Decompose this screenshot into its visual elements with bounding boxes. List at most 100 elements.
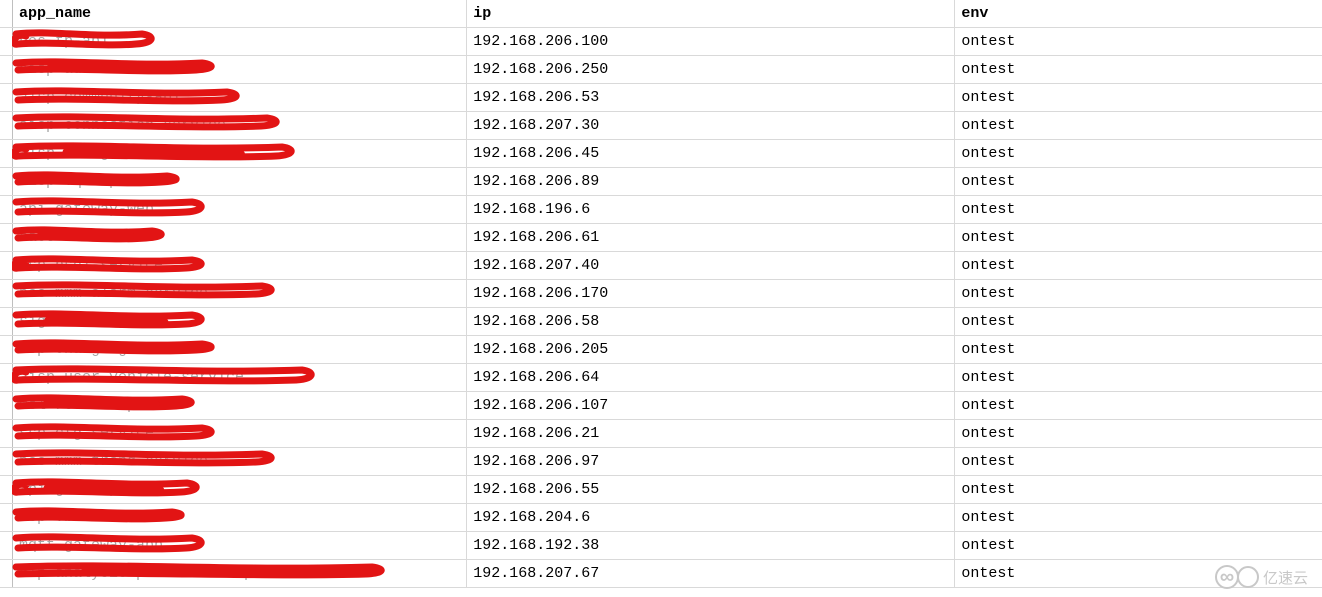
- cell-app-name[interactable]: saes-reserve: [13, 224, 467, 251]
- cell-app-name[interactable]: ssp-vb-service: [13, 504, 467, 531]
- app-name-text: signal-analysis: [19, 313, 154, 330]
- cell-ip[interactable]: 192.168.206.205: [467, 336, 955, 363]
- cell-ip[interactable]: 192.168.206.53: [467, 84, 955, 111]
- table-row[interactable]: mqtt-gateway-app192.168.192.38ontest: [0, 532, 1322, 560]
- cell-ip[interactable]: 192.168.206.250: [467, 56, 955, 83]
- cell-ip[interactable]: 192.168.206.97: [467, 448, 955, 475]
- header-app-name[interactable]: app_name: [13, 0, 467, 27]
- app-name-text: aisp-vqa-api: [19, 173, 127, 190]
- table-row[interactable]: ssp-cfg-service192.168.206.21ontest: [0, 420, 1322, 448]
- cell-ip[interactable]: 192.168.206.89: [467, 168, 955, 195]
- cell-ip[interactable]: 192.168.207.40: [467, 252, 955, 279]
- cell-app-name[interactable]: aisp-auth-service: [13, 56, 467, 83]
- cell-env[interactable]: ontest: [955, 140, 1322, 167]
- header-ip[interactable]: ip: [467, 0, 955, 27]
- cell-ip[interactable]: 192.168.206.55: [467, 476, 955, 503]
- table-row[interactable]: aisp-user-vehicle-service192.168.206.64o…: [0, 364, 1322, 392]
- table-row[interactable]: saes-reserve192.168.206.61ontest: [0, 224, 1322, 252]
- table-row[interactable]: aisp-vqa-api 192.168.206.89ontest: [0, 168, 1322, 196]
- cell-env[interactable]: ontest: [955, 364, 1322, 391]
- app-name-text: api-gateway-web: [19, 201, 154, 218]
- cell-app-name[interactable]: ssp-charging-web: [13, 336, 467, 363]
- cell-env[interactable]: ontest: [955, 196, 1322, 223]
- cell-ip[interactable]: 192.168.206.58: [467, 308, 955, 335]
- header-env[interactable]: env: [955, 0, 1322, 27]
- table-row[interactable]: bes-tp-api 192.168.206.100ontest: [0, 28, 1322, 56]
- table-row[interactable]: bes-mmm-alarm-service192.168.206.170onte…: [0, 280, 1322, 308]
- table-row[interactable]: api-gateway-mgnt192.168.206.55ontest: [0, 476, 1322, 504]
- table-row[interactable]: api-gateway-web 192.168.196.6ontest: [0, 196, 1322, 224]
- cell-env[interactable]: ontest: [955, 112, 1322, 139]
- cell-env[interactable]: ontest: [955, 252, 1322, 279]
- cell-ip[interactable]: 192.168.206.61: [467, 224, 955, 251]
- table-row[interactable]: bes-mmm-trend-service192.168.206.97ontes…: [0, 448, 1322, 476]
- cell-env[interactable]: ontest: [955, 392, 1322, 419]
- cell-ip[interactable]: 192.168.196.6: [467, 196, 955, 223]
- gutter: [0, 476, 13, 503]
- cell-ip[interactable]: 192.168.206.170: [467, 280, 955, 307]
- watermark-text: 亿速云: [1263, 567, 1308, 588]
- cell-app-name[interactable]: aisp-user-vehicle-service: [13, 364, 467, 391]
- table-row[interactable]: dip-analysis-prescan-basepulse192.168.20…: [0, 560, 1322, 588]
- cell-app-name[interactable]: aisp-community-api: [13, 84, 467, 111]
- table-row[interactable]: aisp-management-service192.168.206.45ont…: [0, 140, 1322, 168]
- cell-ip[interactable]: 192.168.206.107: [467, 392, 955, 419]
- cell-ip[interactable]: 192.168.192.38: [467, 532, 955, 559]
- cell-app-name[interactable]: ssp-hsdi-service: [13, 252, 467, 279]
- app-name-text: bes-tp-api: [19, 33, 109, 50]
- cell-env[interactable]: ontest: [955, 168, 1322, 195]
- cell-ip[interactable]: 192.168.207.30: [467, 112, 955, 139]
- gutter: [0, 0, 13, 27]
- cell-env[interactable]: ontest: [955, 336, 1322, 363]
- app-name-text: ssp-vb-service: [19, 509, 145, 526]
- cell-app-name[interactable]: ssp-cfg-service: [13, 420, 467, 447]
- cell-ip[interactable]: 192.168.206.64: [467, 364, 955, 391]
- cell-app-name[interactable]: aisp-connection-service: [13, 112, 467, 139]
- gutter: [0, 56, 13, 83]
- app-name-text: msl-refund-api: [19, 397, 145, 414]
- cell-app-name[interactable]: bes-mmm-trend-service: [13, 448, 467, 475]
- cell-app-name[interactable]: mqtt-gateway-app: [13, 532, 467, 559]
- cell-app-name[interactable]: msl-refund-api: [13, 392, 467, 419]
- table-row[interactable]: aisp-auth-service 192.168.206.250ontest: [0, 56, 1322, 84]
- cell-env[interactable]: ontest: [955, 224, 1322, 251]
- cell-env[interactable]: ontest: [955, 28, 1322, 55]
- table-row[interactable]: ssp-hsdi-service192.168.207.40ontest: [0, 252, 1322, 280]
- cell-app-name[interactable]: aisp-vqa-api: [13, 168, 467, 195]
- gutter: [0, 28, 13, 55]
- gutter: [0, 84, 13, 111]
- cell-env[interactable]: ontest: [955, 476, 1322, 503]
- gutter: [0, 112, 13, 139]
- table-row[interactable]: msl-refund-api 192.168.206.107ontest: [0, 392, 1322, 420]
- table-row[interactable]: aisp-connection-service192.168.207.30ont…: [0, 112, 1322, 140]
- rows-container: bes-tp-api192.168.206.100ontestaisp-auth…: [0, 28, 1322, 588]
- cell-ip[interactable]: 192.168.206.100: [467, 28, 955, 55]
- cell-env[interactable]: ontest: [955, 308, 1322, 335]
- table-row[interactable]: signal-analysis 192.168.206.58ontest: [0, 308, 1322, 336]
- app-name-text: aisp-auth-service: [19, 61, 172, 78]
- app-name-text: ssp-charging-web: [19, 341, 163, 358]
- cell-env[interactable]: ontest: [955, 532, 1322, 559]
- cell-env[interactable]: ontest: [955, 448, 1322, 475]
- cell-ip[interactable]: 192.168.206.45: [467, 140, 955, 167]
- cell-ip[interactable]: 192.168.207.67: [467, 560, 955, 587]
- table-row[interactable]: ssp-charging-web 192.168.206.205ontest: [0, 336, 1322, 364]
- cell-app-name[interactable]: bes-mmm-alarm-service: [13, 280, 467, 307]
- table-row[interactable]: aisp-community-api192.168.206.53ontest: [0, 84, 1322, 112]
- cell-env[interactable]: ontest: [955, 280, 1322, 307]
- cell-env[interactable]: ontest: [955, 504, 1322, 531]
- cell-app-name[interactable]: api-gateway-mgnt: [13, 476, 467, 503]
- cell-app-name[interactable]: aisp-management-service: [13, 140, 467, 167]
- cell-ip[interactable]: 192.168.206.21: [467, 420, 955, 447]
- gutter: [0, 336, 13, 363]
- table-row[interactable]: ssp-vb-service 192.168.204.6ontest: [0, 504, 1322, 532]
- cell-app-name[interactable]: dip-analysis-prescan-basepulse: [13, 560, 467, 587]
- cell-app-name[interactable]: signal-analysis: [13, 308, 467, 335]
- cell-env[interactable]: ontest: [955, 84, 1322, 111]
- cell-app-name[interactable]: api-gateway-web: [13, 196, 467, 223]
- cell-app-name[interactable]: bes-tp-api: [13, 28, 467, 55]
- cell-env[interactable]: ontest: [955, 420, 1322, 447]
- gutter: [0, 140, 13, 167]
- cell-env[interactable]: ontest: [955, 56, 1322, 83]
- cell-ip[interactable]: 192.168.204.6: [467, 504, 955, 531]
